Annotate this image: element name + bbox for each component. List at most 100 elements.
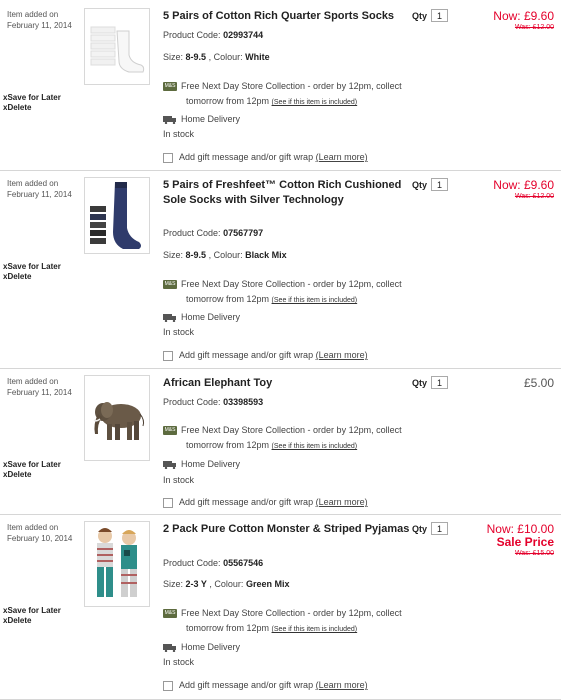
home-delivery: Home Delivery — [163, 312, 240, 322]
price-was: Was: £12.00 — [514, 193, 554, 200]
pyjamas-image — [97, 528, 137, 597]
learn-more-link[interactable]: (Learn more) — [316, 497, 368, 507]
product-code: Product Code: 07567797 — [163, 228, 264, 238]
item-actions: xSave for Later xDelete — [3, 606, 61, 626]
stock-status: In stock — [163, 129, 195, 139]
stock-status: In stock — [163, 475, 195, 485]
price-block: £5.00 — [524, 377, 554, 390]
product-title-link[interactable]: 2 Pack Pure Cotton Monster & Striped Pyj… — [163, 522, 413, 537]
item-date: February 11, 2014 — [7, 21, 72, 30]
gift-option: Add gift message and/or gift wrap (Learn… — [163, 497, 368, 508]
delete-link[interactable]: xDelete — [3, 272, 61, 282]
product-image[interactable] — [84, 177, 150, 254]
see-if-included-link[interactable]: (See if this item is included) — [272, 626, 358, 633]
learn-more-link[interactable]: (Learn more) — [316, 152, 368, 162]
product-size-colour: Size: 2-3 Y , Colour: Green Mix — [163, 579, 290, 589]
delivery-truck-icon — [163, 460, 176, 469]
white-socks-image — [90, 26, 145, 73]
learn-more-link[interactable]: (Learn more) — [316, 680, 368, 690]
qty-input[interactable]: 1 — [431, 9, 448, 22]
see-if-included-link[interactable]: (See if this item is included) — [272, 297, 358, 304]
stock-status: In stock — [163, 327, 195, 337]
store-collection-icon: M&S — [163, 82, 177, 92]
item-date: February 11, 2014 — [7, 190, 72, 199]
qty-input[interactable]: 1 — [431, 522, 448, 535]
home-delivery: Home Delivery — [163, 114, 240, 124]
basket-item: Item added on February 10, 2014 xSave fo… — [0, 515, 561, 700]
elephant-toy-image — [93, 402, 145, 440]
item-actions: xSave for Later xDelete — [3, 93, 61, 113]
stock-status: In stock — [163, 657, 195, 667]
price-was: Was: £15.00 — [514, 550, 554, 557]
item-date: February 10, 2014 — [7, 534, 73, 543]
product-code: Product Code: 02993744 — [163, 30, 264, 40]
product-image[interactable] — [84, 8, 150, 85]
price-now: Now: £9.60 — [493, 178, 554, 192]
gift-checkbox[interactable] — [163, 497, 173, 508]
product-code: Product Code: 05567546 — [163, 558, 264, 568]
item-added-label: Item added on — [7, 377, 59, 386]
item-added-label: Item added on — [7, 179, 59, 188]
qty-label: Qty — [412, 11, 428, 21]
sale-price-label: Sale Price — [496, 535, 554, 549]
delivery-truck-icon — [163, 115, 176, 124]
store-collection-icon: M&S — [163, 280, 177, 290]
item-actions: xSave for Later xDelete — [3, 460, 61, 480]
delete-link[interactable]: xDelete — [3, 103, 61, 113]
item-added-date: Item added on February 11, 2014 — [7, 178, 72, 200]
learn-more-link[interactable]: (Learn more) — [316, 350, 368, 360]
store-collection-info: M&S Free Next Day Store Collection - orde… — [163, 608, 402, 633]
store-collection-info: M&S Free Next Day Store Collection - orde… — [163, 279, 402, 304]
price-block: Now: £10.00 Sale Price Was: £15.00 — [487, 523, 554, 559]
qty-input[interactable]: 1 — [431, 376, 448, 389]
delete-link[interactable]: xDelete — [3, 616, 61, 626]
save-for-later-link[interactable]: xSave for Later — [3, 262, 61, 272]
save-for-later-link[interactable]: xSave for Later — [3, 460, 61, 470]
price: £5.00 — [523, 376, 554, 390]
price-block: Now: £9.60 Was: £12.00 — [493, 10, 554, 33]
item-added-date: Item added on February 10, 2014 — [7, 522, 72, 544]
gift-checkbox[interactable] — [163, 152, 173, 163]
dark-socks-image — [90, 182, 141, 249]
product-title-link[interactable]: 5 Pairs of Freshfeet™ Cotton Rich Cushio… — [163, 178, 413, 208]
product-title-link[interactable]: 5 Pairs of Cotton Rich Quarter Sports So… — [163, 9, 413, 24]
price-block: Now: £9.60 Was: £12.00 — [493, 179, 554, 202]
save-for-later-link[interactable]: xSave for Later — [3, 93, 61, 103]
product-image[interactable] — [84, 521, 150, 607]
item-date: February 11, 2014 — [7, 388, 72, 397]
store-collection-icon: M&S — [163, 609, 177, 619]
price-was: Was: £12.00 — [514, 24, 554, 31]
delivery-truck-icon — [163, 313, 176, 322]
basket-item: Item added on February 11, 2014 xSave fo… — [0, 0, 561, 170]
delivery-truck-icon — [163, 643, 176, 652]
qty-label: Qty — [412, 378, 428, 388]
home-delivery: Home Delivery — [163, 642, 240, 652]
gift-checkbox[interactable] — [163, 680, 173, 691]
price-now: Now: £9.60 — [493, 9, 554, 23]
item-added-date: Item added on February 11, 2014 — [7, 9, 72, 31]
gift-checkbox[interactable] — [163, 350, 173, 361]
store-collection-icon: M&S — [163, 426, 177, 436]
product-code: Product Code: 03398593 — [163, 397, 264, 407]
product-size-colour: Size: 8-9.5 , Colour: Black Mix — [163, 250, 287, 260]
save-for-later-link[interactable]: xSave for Later — [3, 606, 61, 616]
item-actions: xSave for Later xDelete — [3, 262, 61, 282]
product-image[interactable] — [84, 375, 150, 461]
item-added-label: Item added on — [7, 10, 59, 19]
delete-link[interactable]: xDelete — [3, 470, 61, 480]
qty-label: Qty — [412, 180, 428, 190]
see-if-included-link[interactable]: (See if this item is included) — [272, 443, 358, 450]
item-added-label: Item added on — [7, 523, 59, 532]
basket-item: Item added on February 11, 2014 xSave fo… — [0, 369, 561, 514]
see-if-included-link[interactable]: (See if this item is included) — [272, 99, 358, 106]
store-collection-info: M&S Free Next Day Store Collection - orde… — [163, 425, 402, 450]
qty-input[interactable]: 1 — [431, 178, 448, 191]
gift-option: Add gift message and/or gift wrap (Learn… — [163, 152, 368, 163]
store-collection-info: M&S Free Next Day Store Collection - orde… — [163, 81, 402, 106]
qty-label: Qty — [412, 524, 428, 534]
basket-item: Item added on February 11, 2014 xSave fo… — [0, 171, 561, 368]
product-size-colour: Size: 8-9.5 , Colour: White — [163, 52, 270, 62]
gift-option: Add gift message and/or gift wrap (Learn… — [163, 680, 368, 691]
product-title-link[interactable]: African Elephant Toy — [163, 376, 413, 391]
gift-option: Add gift message and/or gift wrap (Learn… — [163, 350, 368, 361]
